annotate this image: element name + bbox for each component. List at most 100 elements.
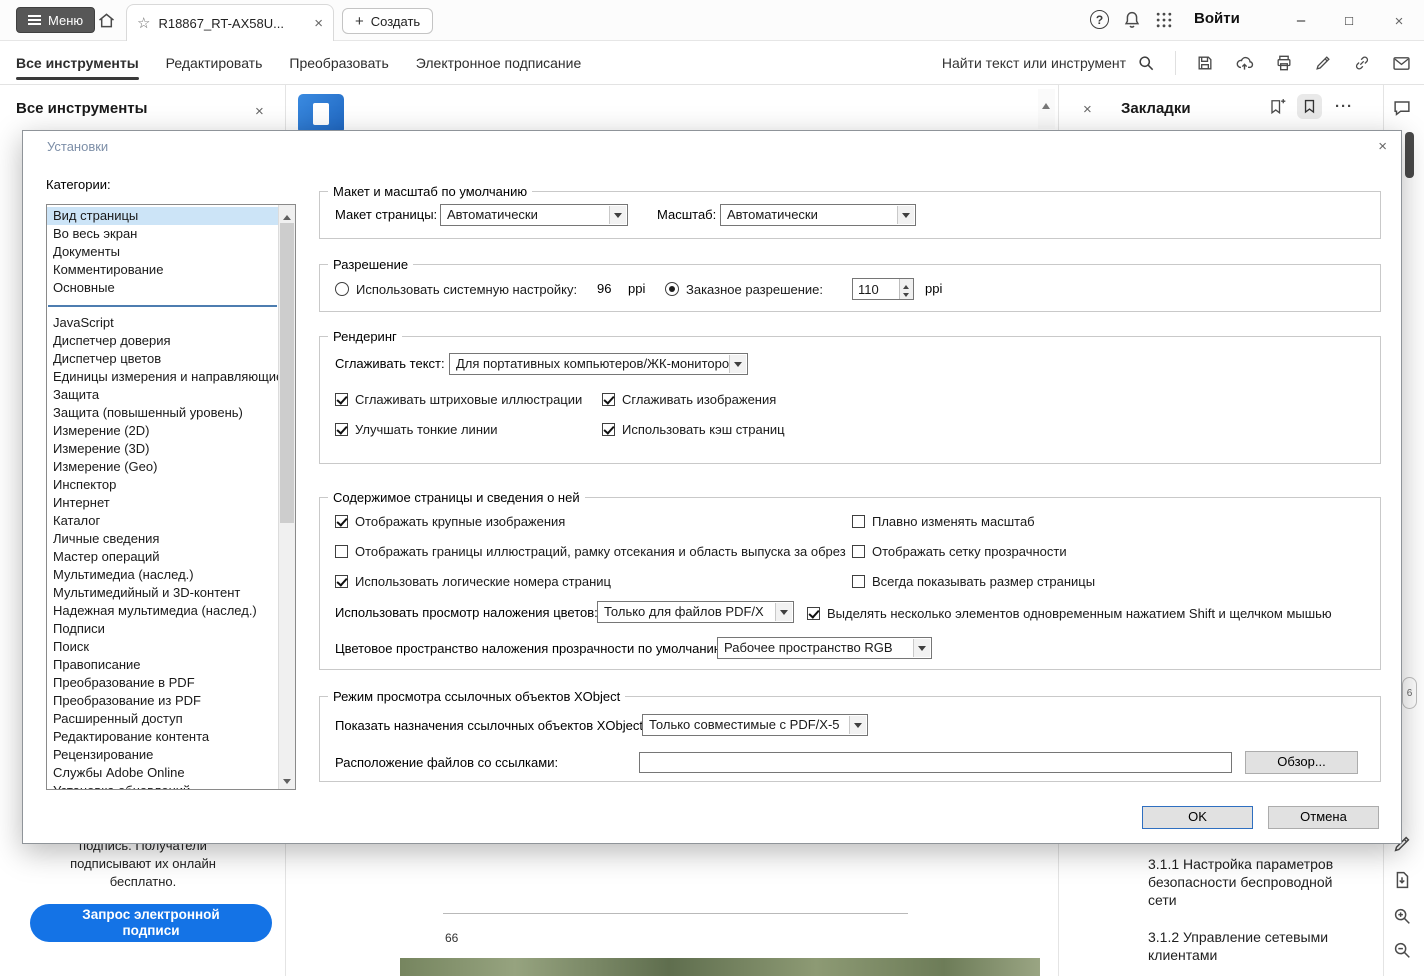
category-item[interactable]: Правописание (47, 656, 280, 674)
create-button[interactable]: Создать (342, 8, 434, 34)
checkbox-enhance-thin-lines[interactable]: Улучшать тонкие линии (335, 420, 498, 438)
category-item[interactable]: JavaScript (47, 314, 280, 332)
use-system-resolution-radio[interactable]: Использовать системную настройку: (335, 280, 577, 298)
category-item[interactable]: Поиск (47, 638, 280, 656)
category-item[interactable]: Мастер операций (47, 548, 280, 566)
fill-sign-button[interactable] (1313, 53, 1333, 73)
cancel-button[interactable]: Отмена (1268, 806, 1379, 829)
blend-space-dropdown[interactable]: Рабочее пространство RGB (717, 637, 932, 659)
category-item[interactable]: Расширенный доступ (47, 710, 280, 728)
dialog-close-icon[interactable] (1378, 136, 1387, 156)
browse-button[interactable]: Обзор... (1245, 751, 1358, 774)
category-item[interactable]: Установка обновлений (47, 782, 280, 789)
category-item[interactable]: Службы Adobe Online (47, 764, 280, 782)
checkbox-box[interactable] (335, 544, 348, 558)
checkbox-shift-multiselect[interactable]: Выделять несколько элементов одновременн… (807, 604, 1332, 622)
tab-all-tools[interactable]: Все инструменты (16, 55, 139, 80)
search-input[interactable]: Найти текст или инструмент (942, 53, 1156, 73)
chevron-down-icon[interactable] (775, 603, 792, 621)
scrollbar-thumb[interactable] (280, 223, 294, 523)
smooth-text-dropdown[interactable]: Для портативных компьютеров/ЖК-мониторов (449, 353, 748, 375)
chevron-down-icon[interactable] (913, 639, 930, 657)
checkbox-box[interactable] (807, 606, 820, 620)
page-layout-dropdown[interactable]: Автоматически (440, 204, 628, 226)
categories-scrollbar[interactable] (278, 205, 295, 789)
checkbox-box[interactable] (335, 422, 348, 436)
panel-scrollbar-thumb[interactable] (1405, 132, 1414, 178)
category-item[interactable]: Мультимедиа (наслед.) (47, 566, 280, 584)
checkbox-page-cache[interactable]: Использовать кэш страниц (602, 420, 785, 438)
custom-resolution-input[interactable]: 110 (852, 278, 914, 300)
link-button[interactable] (1352, 53, 1372, 73)
bookmarks-close-icon[interactable] (1083, 99, 1092, 119)
tab-convert[interactable]: Преобразовать (289, 55, 388, 71)
category-item[interactable]: Редактирование контента (47, 728, 280, 746)
checkbox-box[interactable] (852, 544, 865, 558)
window-close-button[interactable] (1382, 0, 1416, 41)
star-icon[interactable] (137, 14, 150, 32)
export-tool-button[interactable] (1391, 869, 1413, 891)
category-item[interactable]: Измерение (Geo) (47, 458, 280, 476)
checkbox-always-show-page-size[interactable]: Всегда показывать размер страницы (852, 572, 1095, 590)
spinner-up-icon[interactable] (900, 279, 913, 289)
category-item-selected[interactable]: Вид страницы (47, 207, 280, 225)
category-item[interactable]: Преобразование из PDF (47, 692, 280, 710)
spinner[interactable] (899, 279, 913, 299)
help-button[interactable] (1090, 10, 1109, 29)
category-item[interactable]: Интернет (47, 494, 280, 512)
document-scrollbar-up[interactable] (1038, 89, 1055, 129)
print-button[interactable] (1274, 53, 1294, 73)
scrollbar-up-arrow[interactable] (279, 205, 295, 222)
home-button[interactable] (96, 10, 117, 31)
chevron-down-icon[interactable] (729, 355, 746, 373)
category-item[interactable]: Личные сведения (47, 530, 280, 548)
all-tools-close-icon[interactable] (255, 101, 264, 121)
bookmark-item[interactable]: 3.1.1 Настройка параметров безопасности … (1148, 855, 1348, 909)
search-icon[interactable] (1136, 53, 1156, 73)
sign-in-button[interactable]: Войти (1194, 10, 1240, 27)
ok-button[interactable]: OK (1142, 806, 1253, 829)
radio-circle[interactable] (665, 282, 679, 296)
scrollbar-down-arrow[interactable] (279, 772, 295, 789)
add-bookmark-button[interactable] (1267, 97, 1287, 117)
overprint-preview-dropdown[interactable]: Только для файлов PDF/X (597, 601, 794, 623)
tab-esign[interactable]: Электронное подписание (416, 55, 582, 71)
category-item[interactable]: Защита (47, 386, 280, 404)
category-item[interactable]: Основные (47, 279, 280, 297)
checkbox-smooth-images[interactable]: Сглаживать изображения (602, 390, 776, 408)
checkbox-box[interactable] (335, 392, 348, 406)
checkbox-art-trim-bleed[interactable]: Отображать границы иллюстраций, рамку от… (335, 542, 846, 560)
bookmarks-options-button[interactable] (1335, 98, 1353, 115)
custom-resolution-value[interactable]: 110 (853, 279, 899, 299)
window-minimize-button[interactable] (1284, 0, 1318, 41)
zoom-dropdown[interactable]: Автоматически (720, 204, 916, 226)
category-item[interactable]: Подписи (47, 620, 280, 638)
checkbox-smooth-line-art[interactable]: Сглаживать штриховые иллюстрации (335, 390, 582, 408)
category-item[interactable]: Каталог (47, 512, 280, 530)
bookmark-toggle-button[interactable] (1297, 94, 1322, 119)
category-item[interactable]: Защита (повышенный уровень) (47, 404, 280, 422)
comments-tool-button[interactable] (1391, 97, 1413, 119)
category-item[interactable]: Инспектор (47, 476, 280, 494)
close-tab-icon[interactable] (314, 16, 323, 31)
email-button[interactable] (1391, 53, 1412, 74)
category-item[interactable]: Мультимедийный и 3D-контент (47, 584, 280, 602)
checkbox-large-images[interactable]: Отображать крупные изображения (335, 512, 565, 530)
custom-resolution-radio[interactable]: Заказное разрешение: (665, 280, 823, 298)
request-esign-button[interactable]: Запрос электронной подписи (30, 904, 272, 942)
checkbox-smooth-zoom[interactable]: Плавно изменять масштаб (852, 512, 1035, 530)
category-item[interactable]: Диспетчер доверия (47, 332, 280, 350)
document-tab[interactable]: R18867_RT-AX58U... (126, 4, 334, 41)
zoom-out-button[interactable] (1391, 939, 1413, 961)
category-item[interactable]: Надежная мультимедиа (наслед.) (47, 602, 280, 620)
category-item[interactable]: Преобразование в PDF (47, 674, 280, 692)
bookmark-item[interactable]: 3.1.2 Управление сетевыми клиентами (1148, 928, 1348, 964)
window-maximize-button[interactable] (1332, 0, 1366, 41)
zoom-in-button[interactable] (1391, 905, 1413, 927)
category-item[interactable]: Документы (47, 243, 280, 261)
category-item[interactable]: Измерение (2D) (47, 422, 280, 440)
chevron-down-icon[interactable] (897, 206, 914, 224)
category-item[interactable]: Измерение (3D) (47, 440, 280, 458)
linked-files-location-input[interactable] (639, 752, 1232, 773)
chevron-down-icon[interactable] (609, 206, 626, 224)
